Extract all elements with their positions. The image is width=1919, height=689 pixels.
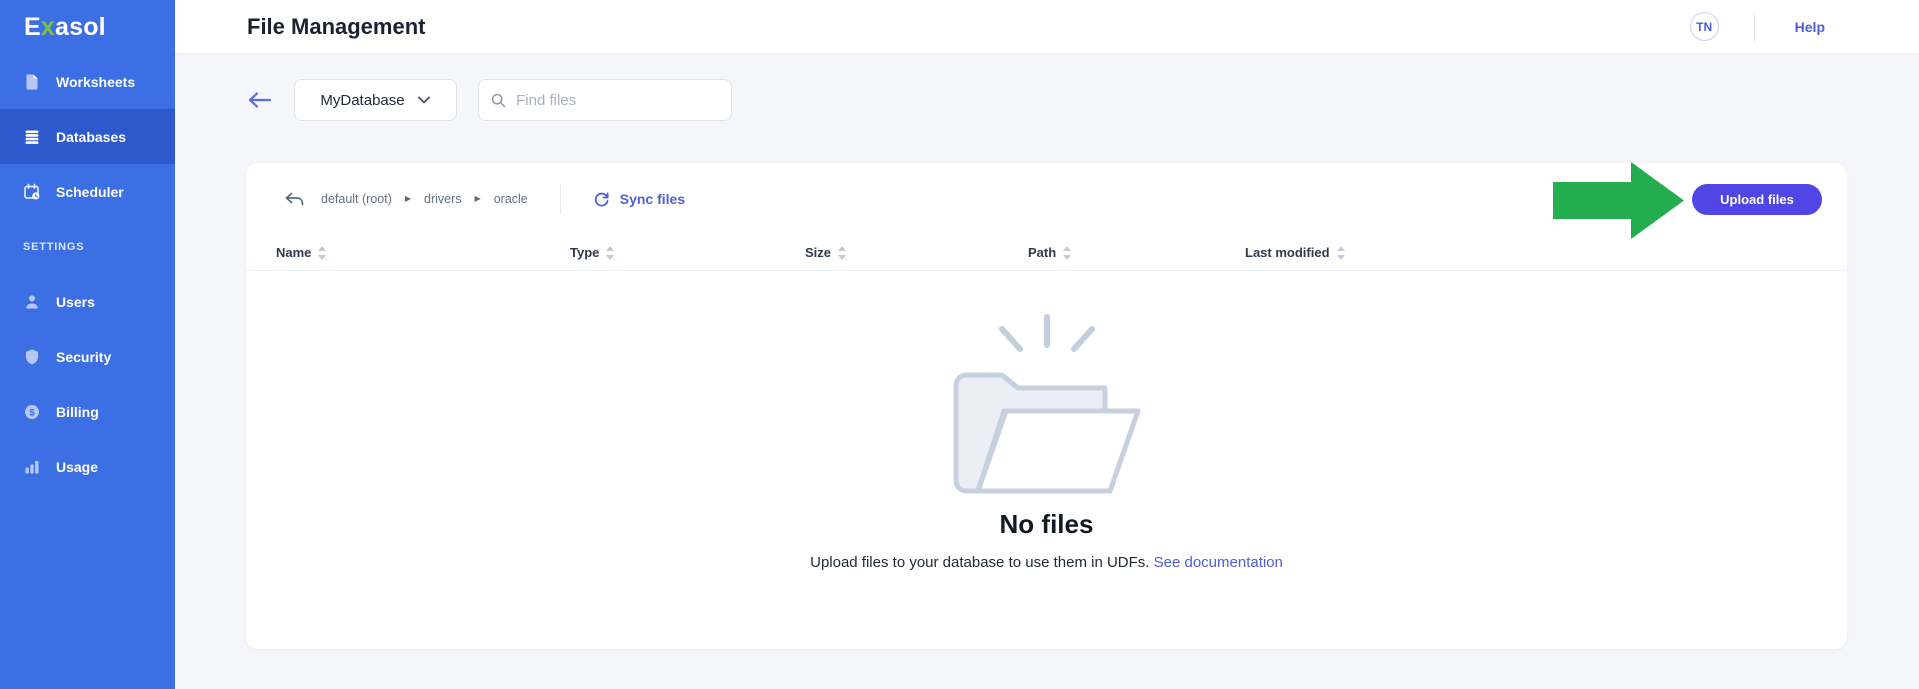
column-label: Path [1028,245,1056,260]
sort-icon [1063,246,1071,260]
sidebar-item-scheduler[interactable]: Scheduler [0,164,175,219]
breadcrumb-separator-icon: ▶ [475,195,481,203]
breadcrumb-item-root[interactable]: default (root) [321,192,392,206]
column-header-last-modified[interactable]: Last modified [1245,245,1817,260]
column-header-type[interactable]: Type [570,245,805,260]
shield-icon [23,348,41,366]
column-header-name[interactable]: Name [276,245,570,260]
sidebar-item-security[interactable]: Security [0,329,175,384]
logo-text-suffix: asol [55,13,106,42]
user-icon [23,293,41,311]
files-toolbar: MyDatabase [247,79,1919,121]
database-selector[interactable]: MyDatabase [294,79,457,121]
search-input[interactable] [516,92,719,109]
sidebar: Exasol Worksheets Databases Scheduler SE… [0,0,175,689]
topbar-right: TN Help [1690,12,1919,42]
breadcrumb-separator-icon: ▶ [405,195,411,203]
sidebar-item-label: Billing [56,404,99,420]
see-documentation-link[interactable]: See documentation [1154,554,1283,571]
dollar-icon: $ [23,403,41,421]
sidebar-item-label: Scheduler [56,184,124,200]
sync-icon [593,191,610,208]
database-icon [23,128,41,146]
sidebar-item-billing[interactable]: $ Billing [0,384,175,439]
calendar-icon [23,183,41,201]
topbar-divider [1754,12,1755,42]
sidebar-item-usage[interactable]: Usage [0,439,175,494]
folder-up-button[interactable] [283,189,305,209]
empty-state-title: No files [1000,509,1094,540]
logo-accent: x [41,13,55,42]
sidebar-item-label: Databases [56,129,126,145]
search-box [478,79,732,121]
breadcrumb: default (root) ▶ drivers ▶ oracle [321,192,528,206]
sort-icon [838,246,846,260]
sidebar-item-label: Worksheets [56,74,135,90]
breadcrumb-item-oracle[interactable]: oracle [494,192,528,206]
empty-state: No files Upload files to your database t… [246,271,1847,571]
back-button[interactable] [247,90,273,110]
sidebar-item-label: Usage [56,459,98,475]
sort-icon [318,246,326,260]
sidebar-section-settings: SETTINGS [0,219,175,274]
annotation-arrow [1553,162,1684,239]
bar-chart-icon [23,458,41,476]
page-title: File Management [247,14,425,40]
file-icon [23,73,41,91]
upload-files-button[interactable]: Upload files [1692,184,1822,215]
sidebar-item-worksheets[interactable]: Worksheets [0,54,175,109]
breadcrumb-item-drivers[interactable]: drivers [424,192,462,206]
top-bar: File Management TN Help [175,0,1919,54]
empty-state-description: Upload files to your database to use the… [810,554,1283,571]
undo-arrow-icon [284,192,305,207]
table-header-row: Name Type Size Path Last modified [246,235,1847,271]
sort-icon [1337,246,1345,260]
sidebar-item-users[interactable]: Users [0,274,175,329]
column-label: Size [805,245,831,260]
column-label: Last modified [1245,245,1330,260]
sync-files-button[interactable]: Sync files [593,191,685,208]
column-header-size[interactable]: Size [805,245,1028,260]
empty-state-text: Upload files to your database to use the… [810,554,1149,571]
main-content: MyDatabase default (root) ▶ drivers ▶ or… [175,54,1919,689]
column-label: Name [276,245,311,260]
sync-files-label: Sync files [620,191,685,207]
exasol-logo: Exasol [0,0,175,54]
database-selector-value: MyDatabase [320,92,404,109]
sidebar-item-label: Security [56,349,111,365]
logo-text: E [24,13,41,42]
chevron-down-icon [417,95,431,105]
empty-folder-icon [952,307,1142,495]
back-arrow-icon [247,91,273,109]
toolbar-divider [560,184,561,214]
search-icon [491,92,506,109]
help-link[interactable]: Help [1795,19,1825,35]
svg-text:$: $ [29,407,35,418]
sort-icon [606,246,614,260]
column-header-path[interactable]: Path [1028,245,1245,260]
column-label: Type [570,245,599,260]
sidebar-item-databases[interactable]: Databases [0,109,175,164]
user-avatar[interactable]: TN [1690,12,1719,41]
sidebar-item-label: Users [56,294,95,310]
